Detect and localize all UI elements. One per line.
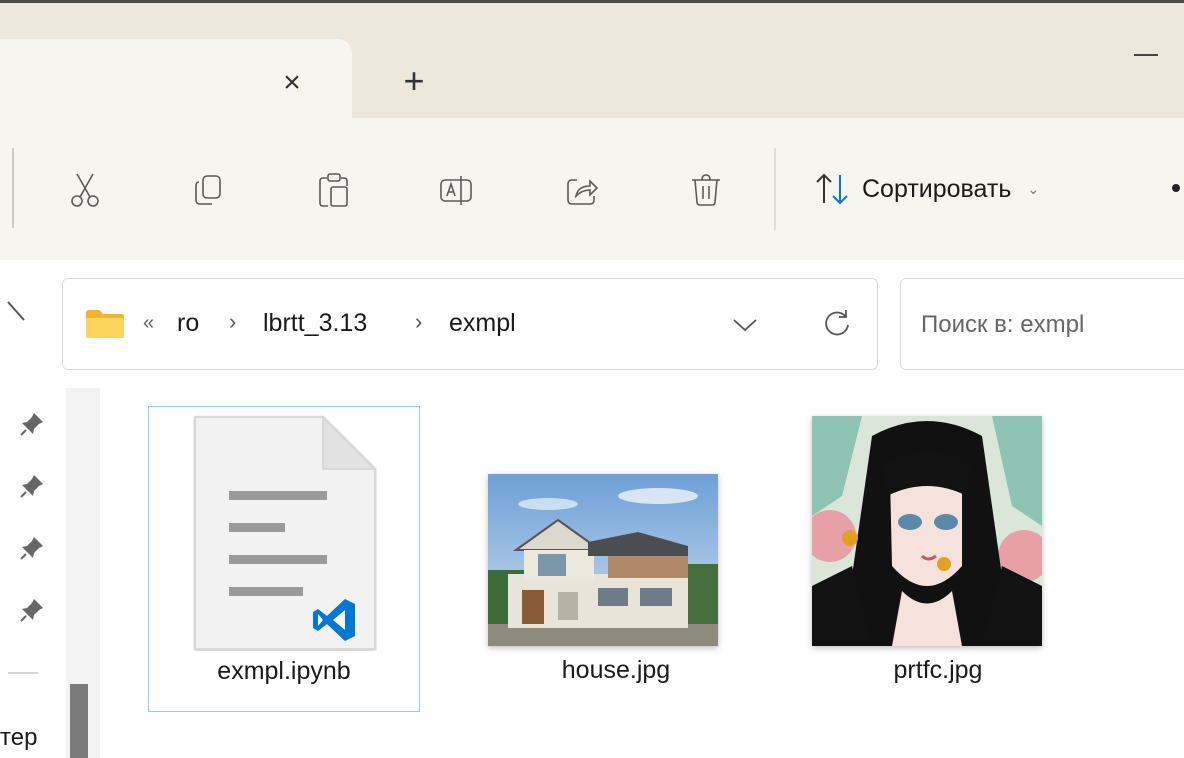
chevron-down-icon — [733, 319, 757, 332]
search-input[interactable] — [919, 305, 1183, 345]
command-separator — [774, 148, 776, 230]
new-tab-button[interactable]: + — [392, 59, 436, 103]
file-item-house-jpg[interactable]: house.jpg — [480, 406, 752, 712]
address-history-dropdown[interactable] — [723, 303, 767, 347]
vscode-notebook-icon — [194, 415, 377, 650]
rename-icon — [440, 176, 472, 205]
share-icon — [567, 179, 599, 205]
file-item-exmpl-ipynb[interactable]: exmpl.ipynb — [148, 406, 420, 712]
breadcrumb-separator: › — [415, 309, 423, 334]
pin-icon[interactable] — [18, 534, 46, 562]
command-bar: Сортировать ⌄ — [0, 118, 1184, 261]
breadcrumb-overflow[interactable]: « — [143, 312, 154, 335]
copy-button[interactable] — [176, 158, 240, 222]
navigation-pane: тер — [0, 388, 102, 758]
breadcrumb-ro[interactable]: ro — [177, 309, 199, 338]
pin-icon[interactable] — [18, 410, 46, 438]
share-button[interactable] — [550, 158, 614, 222]
title-bar: × + — [0, 0, 1184, 123]
search-box[interactable] — [900, 278, 1184, 370]
tab-close-button[interactable]: × — [270, 61, 314, 105]
refresh-icon — [825, 310, 849, 336]
address-bar[interactable]: « ro › lbrtt_3.13 › exmpl — [62, 278, 878, 370]
file-name: prtfc.jpg — [893, 656, 983, 684]
file-name: house.jpg — [561, 656, 671, 684]
more-options-icon[interactable] — [1172, 184, 1180, 192]
file-name: exmpl.ipynb — [217, 657, 351, 685]
chevron-down-icon: ⌄ — [1027, 180, 1040, 197]
portrait-thumbnail — [812, 416, 1042, 646]
delete-icon — [692, 174, 720, 206]
cut-icon — [71, 173, 99, 207]
file-list: exmpl.ipynb house.jpg prtfc.jpg — [102, 388, 1184, 758]
breadcrumb-lbrtt[interactable]: lbrtt_3.13 — [263, 309, 367, 338]
navigation-row: « ro › lbrtt_3.13 › exmpl — [0, 260, 1184, 388]
sort-button[interactable]: Сортировать ⌄ — [812, 164, 1039, 214]
pin-icon[interactable] — [18, 596, 46, 624]
refresh-button[interactable] — [815, 301, 859, 345]
cut-button[interactable] — [54, 158, 118, 222]
sort-icon — [816, 173, 848, 205]
minimize-button[interactable] — [1124, 39, 1174, 69]
breadcrumb-separator: › — [229, 309, 237, 334]
folder-icon — [86, 310, 124, 338]
nav-item-label[interactable]: тер — [0, 724, 37, 752]
house-thumbnail — [488, 474, 718, 646]
command-bar-edge — [0, 148, 14, 228]
paste-button[interactable] — [302, 158, 366, 222]
pane-divider — [8, 672, 38, 674]
pane-scrollbar-thumb[interactable] — [70, 684, 88, 758]
file-item-prtfc-jpg[interactable]: prtfc.jpg — [802, 406, 1074, 712]
copy-icon — [195, 175, 221, 205]
up-arrow-icon[interactable] — [4, 296, 34, 336]
breadcrumb-exmpl[interactable]: exmpl — [449, 309, 516, 338]
delete-button[interactable] — [674, 158, 738, 222]
sort-label: Сортировать — [862, 174, 1012, 203]
rename-button[interactable] — [424, 158, 488, 222]
pin-icon[interactable] — [18, 472, 46, 500]
paste-icon — [319, 173, 348, 207]
